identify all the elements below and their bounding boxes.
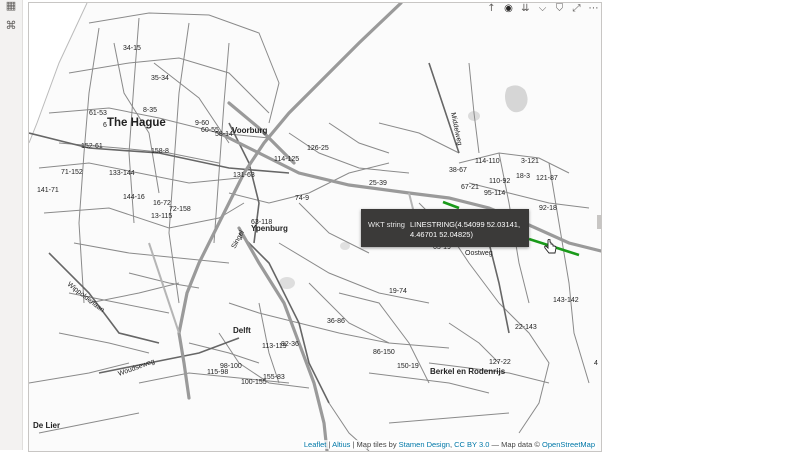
place-the-hague: The Hague	[107, 117, 166, 129]
place-de-lier: De Lier	[33, 421, 60, 430]
table-icon[interactable]: ▦	[5, 0, 17, 12]
more-options-icon[interactable]: ⋯	[588, 3, 599, 15]
visual-resize-handle[interactable]	[597, 215, 601, 229]
code-label: 72-158	[169, 206, 191, 213]
wkt-tooltip: WKT string LINESTRING(4.54099 52.03141,4…	[361, 209, 529, 247]
code-label: 141-71	[37, 187, 59, 194]
code-label: 13-115	[151, 213, 172, 220]
code-label: 114-110	[475, 158, 500, 165]
drill-down-icon[interactable]: ◉	[503, 3, 514, 15]
map-attribution: Leaflet | Altius | Map tiles by Stamen D…	[301, 440, 597, 449]
code-label: 3-121	[521, 158, 539, 165]
expand-all-icon[interactable]: ⌵	[537, 3, 548, 15]
code-label: 4	[594, 360, 598, 367]
focus-mode-icon[interactable]: ⤢	[571, 3, 582, 15]
code-label: 121-87	[536, 175, 558, 182]
drill-up-arrow-icon[interactable]: ↑	[486, 3, 497, 15]
code-label: 100-155	[241, 379, 267, 386]
code-label: 86-150	[373, 349, 395, 356]
code-label: 35-34	[151, 75, 169, 82]
filter-icon[interactable]: ⛉	[554, 3, 565, 15]
code-label: 63-118	[251, 219, 272, 226]
hand-cursor-icon	[544, 239, 557, 254]
code-label: 74-9	[295, 195, 309, 202]
code-label: 98-100	[220, 363, 242, 370]
code-label: 6	[103, 122, 107, 129]
ccby-link[interactable]: CC BY 3.0	[454, 440, 489, 449]
code-label: 126-25	[307, 145, 329, 152]
code-label: 34-15	[123, 45, 141, 52]
attribution-text-2: — Map data ©	[489, 440, 543, 449]
code-label: 25-39	[369, 180, 387, 187]
code-label: 36-86	[327, 318, 345, 325]
code-label: 82-36	[281, 341, 299, 348]
code-label: 67-21	[461, 184, 479, 191]
code-label: 19-74	[389, 288, 407, 295]
code-label: 114-125	[274, 156, 299, 163]
code-label: 143-142	[553, 297, 579, 304]
code-label: 9-60	[195, 120, 209, 127]
code-label: 58-14	[215, 131, 233, 138]
code-label: 133-144	[109, 170, 135, 177]
tooltip-key: WKT string	[368, 220, 405, 229]
code-label: 95-114	[484, 190, 505, 197]
place-delft: Delft	[233, 326, 251, 335]
map-visual[interactable]: ↑ ◉ ⇊ ⌵ ⛉ ⤢ ⋯ The Hague Voorburg Ypenbur…	[28, 2, 602, 452]
code-label: 131-63	[233, 172, 255, 179]
code-label: 61-53	[89, 110, 107, 117]
code-label: 158-8	[151, 148, 169, 155]
code-label: 115-98	[207, 369, 228, 376]
road-oostweg: Oostweg	[465, 250, 493, 257]
code-label: 22-143	[515, 324, 537, 331]
code-label: 38-67	[449, 167, 467, 174]
attribution-text: | Map tiles by	[350, 440, 399, 449]
code-label: 127-22	[489, 359, 511, 366]
code-label: 8-35	[143, 107, 157, 114]
model-icon[interactable]: ⌘	[5, 20, 17, 32]
tooltip-value: LINESTRING(4.54099 52.03141,4.46701 52.0…	[410, 220, 521, 239]
code-label: 144-16	[123, 194, 145, 201]
visual-header-toolbar: ↑ ◉ ⇊ ⌵ ⛉ ⤢ ⋯	[486, 3, 599, 17]
altius-link[interactable]: Altius	[332, 440, 350, 449]
osm-link[interactable]: OpenStreetMap	[542, 440, 595, 449]
leaflet-link[interactable]: Leaflet	[304, 440, 327, 449]
place-berkel-en-rodenrijs: Berkel en Rodenrijs	[430, 367, 506, 376]
expand-down-icon[interactable]: ⇊	[520, 3, 531, 15]
code-label: 110-92	[489, 178, 510, 185]
code-label: 150-19	[397, 363, 419, 370]
code-label: 71-152	[61, 169, 83, 176]
code-label: 92-18	[539, 205, 557, 212]
left-rail: ▦ ⌘	[0, 0, 23, 450]
code-label: 18-3	[516, 173, 530, 180]
place-voorburg: Voorburg	[232, 126, 268, 135]
code-label: 152-61	[81, 143, 103, 150]
stamen-link[interactable]: Stamen Design	[399, 440, 450, 449]
